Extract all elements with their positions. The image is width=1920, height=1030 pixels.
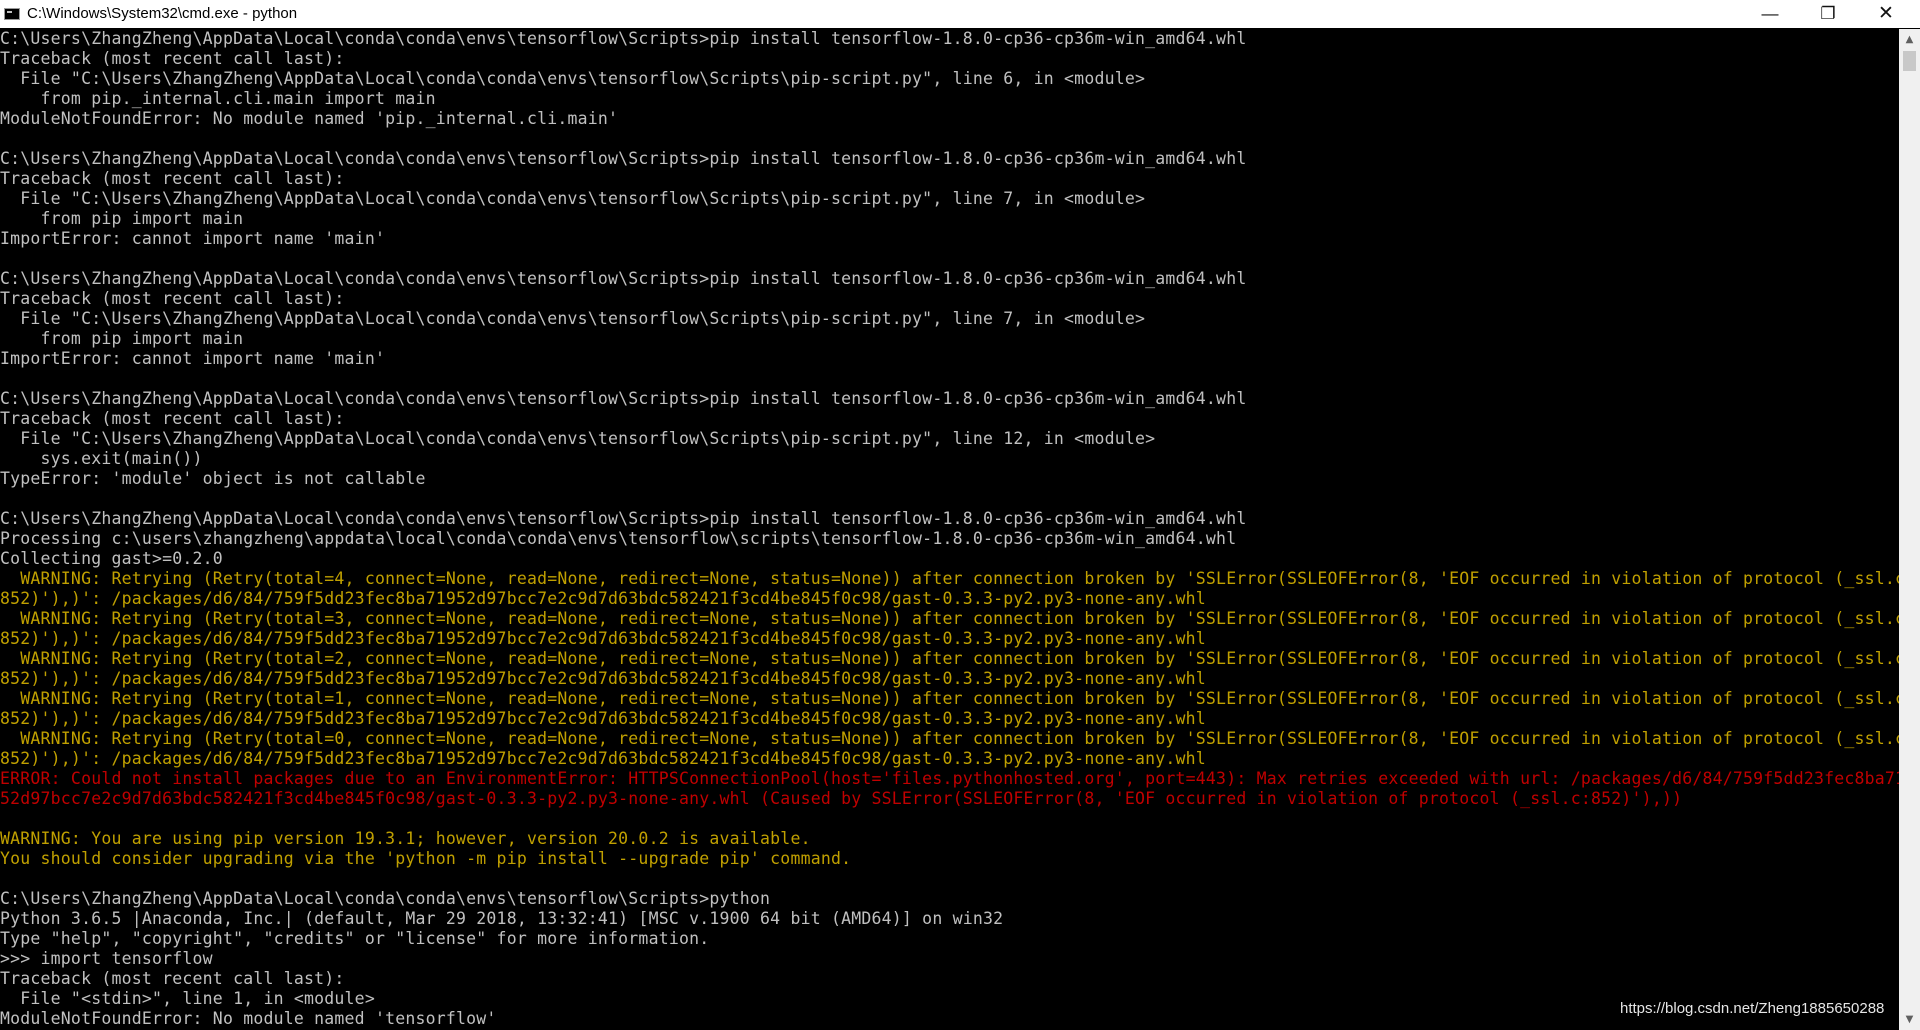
console-line: >>> import tensorflow (0, 949, 213, 968)
console-line: Traceback (most recent call last): (0, 49, 345, 68)
console-line: WARNING: Retrying (Retry(total=1, connec… (0, 689, 1899, 708)
console-line: You should consider upgrading via the 'p… (0, 849, 852, 868)
console-line: C:\Users\ZhangZheng\AppData\Local\conda\… (0, 389, 1247, 408)
console-line: 852)'),)': /packages/d6/84/759f5dd23fec8… (0, 709, 1206, 728)
console-line: 852)'),)': /packages/d6/84/759f5dd23fec8… (0, 669, 1206, 688)
scrollbar-thumb[interactable] (1903, 51, 1916, 71)
console-line: ImportError: cannot import name 'main' (0, 349, 386, 368)
console-line: TypeError: 'module' object is not callab… (0, 469, 426, 488)
console-line: 852)'),)': /packages/d6/84/759f5dd23fec8… (0, 589, 1206, 608)
cmd-app-icon[interactable] (4, 8, 20, 20)
window-title: C:\Windows\System32\cmd.exe - python (27, 5, 298, 22)
minimize-button[interactable]: — (1741, 0, 1799, 28)
console-line: File "C:\Users\ZhangZheng\AppData\Local\… (0, 69, 1146, 88)
console-line: Traceback (most recent call last): (0, 169, 345, 188)
console-line: from pip._internal.cli.main import main (0, 89, 436, 108)
console-line: C:\Users\ZhangZheng\AppData\Local\conda\… (0, 149, 1247, 168)
console-line: from pip import main (0, 329, 244, 348)
console-line: File "C:\Users\ZhangZheng\AppData\Local\… (0, 189, 1146, 208)
console-line: Collecting gast>=0.2.0 (0, 549, 223, 568)
console-line: C:\Users\ZhangZheng\AppData\Local\conda\… (0, 509, 1247, 528)
console-line: WARNING: Retrying (Retry(total=4, connec… (0, 569, 1899, 588)
maximize-button[interactable]: ❐ (1799, 0, 1857, 28)
console-line: 52d97bcc7e2c9d7d63bdc582421f3cd4be845f0c… (0, 789, 1683, 808)
console-line: ImportError: cannot import name 'main' (0, 229, 386, 248)
console-line: from pip import main (0, 209, 244, 228)
console-line: Python 3.6.5 |Anaconda, Inc.| (default, … (0, 909, 1004, 928)
console-line: Traceback (most recent call last): (0, 409, 345, 428)
window-titlebar[interactable]: C:\Windows\System32\cmd.exe - python — ❐… (0, 0, 1920, 28)
console-line: ModuleNotFoundError: No module named 'te… (0, 1009, 497, 1028)
console-line: Traceback (most recent call last): (0, 289, 345, 308)
console-line: Traceback (most recent call last): (0, 969, 345, 988)
scroll-down-arrow-icon[interactable]: ▼ (1899, 1009, 1920, 1030)
console-line: WARNING: Retrying (Retry(total=0, connec… (0, 729, 1899, 748)
console-line: Type "help", "copyright", "credits" or "… (0, 929, 710, 948)
console-line: sys.exit(main()) (0, 449, 203, 468)
console-line: C:\Users\ZhangZheng\AppData\Local\conda\… (0, 269, 1247, 288)
console-line: ModuleNotFoundError: No module named 'pi… (0, 109, 619, 128)
scroll-up-arrow-icon[interactable]: ▲ (1899, 29, 1920, 50)
console-line: File "<stdin>", line 1, in <module> (0, 989, 375, 1008)
console-line: WARNING: Retrying (Retry(total=2, connec… (0, 649, 1899, 668)
console-output[interactable]: C:\Users\ZhangZheng\AppData\Local\conda\… (0, 29, 1899, 1030)
console-line: WARNING: You are using pip version 19.3.… (0, 829, 811, 848)
console-line: 852)'),)': /packages/d6/84/759f5dd23fec8… (0, 629, 1206, 648)
console-line: ERROR: Could not install packages due to… (0, 769, 1899, 788)
vertical-scrollbar[interactable]: ▲ ▼ (1899, 29, 1920, 1030)
console-line: WARNING: Retrying (Retry(total=3, connec… (0, 609, 1899, 628)
watermark-url: https://blog.csdn.net/Zheng1885650288 (1620, 1000, 1885, 1017)
console-line: Processing c:\users\zhangzheng\appdata\l… (0, 529, 1237, 548)
console-line: File "C:\Users\ZhangZheng\AppData\Local\… (0, 309, 1146, 328)
console-line: C:\Users\ZhangZheng\AppData\Local\conda\… (0, 889, 771, 908)
close-button[interactable]: ✕ (1857, 0, 1915, 28)
console-line: File "C:\Users\ZhangZheng\AppData\Local\… (0, 429, 1156, 448)
console-line: C:\Users\ZhangZheng\AppData\Local\conda\… (0, 29, 1247, 48)
console-line: 852)'),)': /packages/d6/84/759f5dd23fec8… (0, 749, 1206, 768)
